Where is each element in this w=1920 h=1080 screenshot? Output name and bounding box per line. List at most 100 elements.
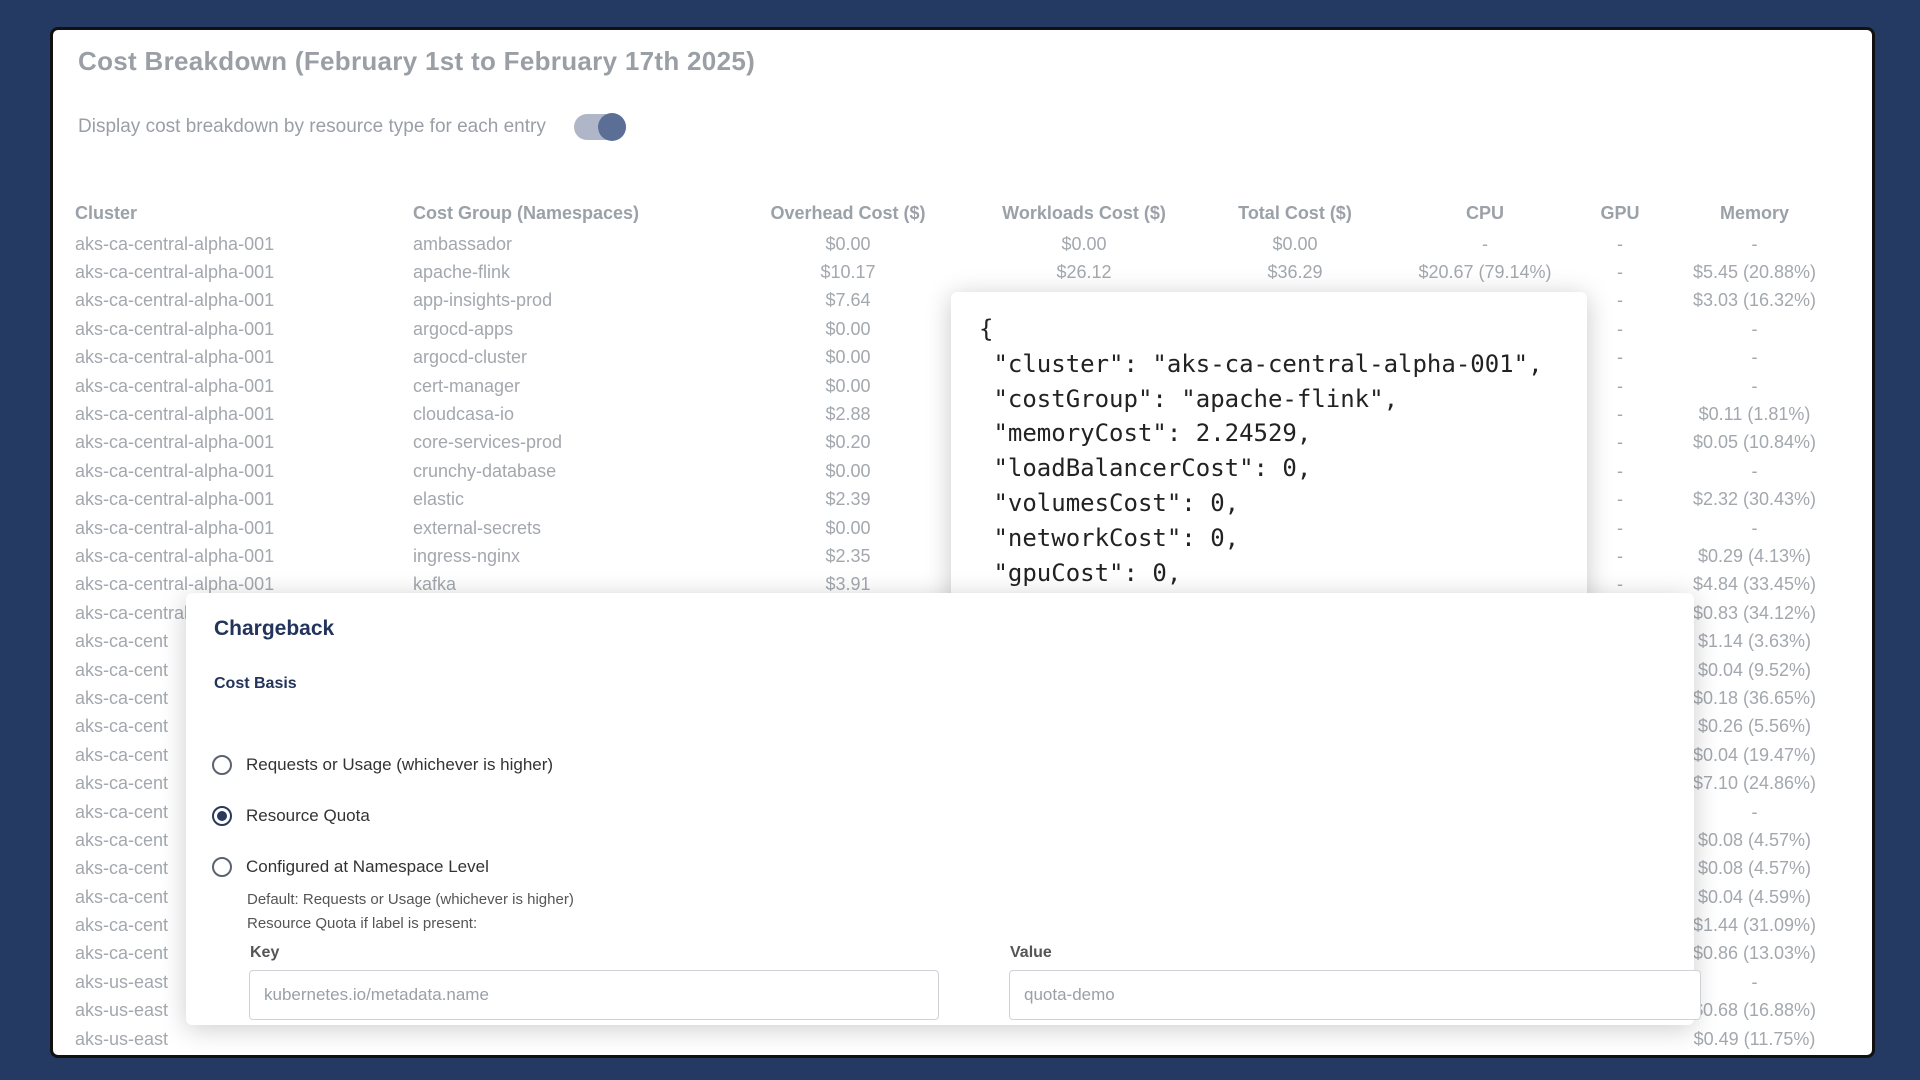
key-label: Key (250, 944, 280, 961)
table-cell: $2.88 (825, 404, 871, 425)
table-cell: elastic (413, 489, 465, 510)
table-cell: - (1617, 347, 1623, 368)
table-cell: $2.32 (30.43%) (1692, 489, 1817, 510)
radio-button[interactable] (212, 857, 232, 877)
table-cell (963, 1025, 1205, 1053)
table-cell: - (1617, 517, 1623, 538)
radio-namespace-level[interactable]: Configured at Namespace Level (212, 857, 489, 877)
table-cell: aks-ca-central-alpha-001 (75, 489, 275, 510)
table-cell: - (1617, 404, 1623, 425)
json-line: "cluster": "aks-ca-central-alpha-001", (979, 349, 1543, 378)
radio-label: Configured at Namespace Level (246, 857, 489, 876)
table-cell: aks-ca-central-alpha-001 (75, 318, 275, 339)
table-cell: aks-ca-central-alpha-001 (75, 290, 275, 311)
table-cell: ingress-nginx (413, 545, 521, 566)
radio-requests-or-usage[interactable]: Requests or Usage (whichever is higher) (212, 755, 553, 775)
table-cell: aks-ca-central-alpha-001 (75, 375, 275, 396)
table-row: aks-us-east $0.49 (11.75%) (75, 1025, 1854, 1053)
json-line: "gpuCost": 0, (979, 558, 1182, 587)
column-header[interactable]: Overhead Cost ($) (733, 196, 963, 230)
table-cell: external-secrets (413, 517, 542, 538)
column-header[interactable]: Total Cost ($) (1205, 196, 1385, 230)
radio-label: Requests or Usage (whichever is higher) (246, 755, 554, 774)
table-cell: - (1585, 1053, 1655, 1055)
table-cell: $2.39 (825, 489, 871, 510)
table-row: aks-us-east-beta-001app-insights-uat$0.8… (75, 1053, 1854, 1055)
table-cell: $20.67 (79.14%) (1418, 262, 1552, 283)
table-cell: $0.20 (825, 432, 871, 453)
chargeback-panel: Chargeback Cost Basis Requests or Usage … (186, 593, 1701, 1025)
table-cell: $0.00 (825, 517, 871, 538)
table-cell: argocd-apps (413, 318, 514, 339)
table-cell: crunchy-database (413, 460, 557, 481)
radio-button[interactable] (212, 806, 232, 826)
table-row: aks-ca-central-alpha-001 ambassador $0.00 $… (75, 230, 1854, 258)
table-cell: - (1617, 318, 1623, 339)
app-window: Cost Breakdown (February 1st to February… (50, 27, 1875, 1058)
toggle-knob (597, 113, 626, 141)
table-cell: app-insights-prod (413, 290, 553, 311)
breakdown-toggle-row: Display cost breakdown by resource type … (78, 113, 626, 141)
note-default: Default: Requests or Usage (whichever is… (247, 891, 574, 908)
breakdown-toggle[interactable] (573, 113, 626, 141)
table-cell: aks-us-east-beta-001 (75, 1053, 413, 1055)
table-cell: - (1617, 460, 1623, 481)
table-cell: $10.17 (820, 262, 876, 283)
radio-resource-quota[interactable]: Resource Quota (212, 806, 370, 826)
table-cell: aks-ca-central-alpha-001 (75, 432, 275, 453)
table-cell: $0.00 (1061, 233, 1107, 254)
table-cell: - (1751, 233, 1758, 254)
column-header[interactable]: Cost Group (Namespaces) (413, 196, 733, 230)
breakdown-toggle-label: Display cost breakdown by resource type … (78, 116, 546, 137)
table-cell: $0.49 (11.75%) (1693, 1028, 1816, 1049)
table-cell: - (1617, 262, 1623, 283)
table-cell: $0.00 (1272, 233, 1318, 254)
table-cell: aks-us-east (75, 1028, 169, 1049)
json-line: "costGroup": "apache-flink", (979, 384, 1399, 413)
value-input[interactable]: quota-demo (1009, 970, 1701, 1020)
column-header[interactable]: GPU (1585, 196, 1655, 230)
table-cell: - (1617, 290, 1623, 311)
table-cell: aks-ca-central-alpha-001 (75, 262, 275, 283)
table-cell: $0.00 (825, 460, 871, 481)
table-cell: $36.29 (1267, 262, 1323, 283)
table-cell: - (1751, 517, 1758, 538)
column-header[interactable]: Workloads Cost ($) (963, 196, 1205, 230)
table-cell: aks-ca-central-alpha-001 (75, 460, 275, 481)
table-cell: aks-ca-central-alpha-001 (75, 233, 275, 254)
key-input[interactable]: kubernetes.io/metadata.name (249, 970, 939, 1020)
table-cell: $0.34 (14.36%) (1655, 1053, 1854, 1055)
table-cell: $7.64 (825, 290, 871, 311)
table-cell: cloudcasa-io (413, 404, 515, 425)
table-cell: - (1751, 375, 1758, 396)
table-cell (1205, 1025, 1385, 1053)
table-cell: - (1617, 233, 1623, 254)
table-cell: ambassador (413, 233, 513, 254)
table-cell: $5.45 (20.88%) (1692, 262, 1817, 283)
table-cell: - (1617, 489, 1623, 510)
table-row: aks-ca-central-alpha-001 apache-flink $10.… (75, 258, 1854, 286)
table-cell (1385, 1025, 1585, 1053)
table-cell: $0.00 (825, 375, 871, 396)
column-header[interactable]: Memory (1655, 196, 1854, 230)
json-line: "networkCost": 0, (979, 523, 1240, 552)
table-cell: $2.35 (825, 545, 871, 566)
table-cell: - (1751, 318, 1758, 339)
column-header[interactable]: Cluster (75, 196, 413, 230)
table-cell: $3.03 (16.32%) (1692, 290, 1817, 311)
table-cell: - (1617, 432, 1623, 453)
radio-label: Resource Quota (246, 806, 370, 825)
json-line: "memoryCost": 2.24529, (979, 419, 1312, 448)
table-cell: $0.00 (825, 233, 871, 254)
cost-basis-label: Cost Basis (214, 675, 297, 692)
table-cell: aks-ca-central-alpha-001 (75, 517, 275, 538)
table-cell: $26.12 (1056, 262, 1112, 283)
page-title: Cost Breakdown (February 1st to February… (78, 46, 756, 76)
table-cell: $0.89 (733, 1053, 963, 1055)
radio-button[interactable] (212, 755, 232, 775)
table-cell: aks-ca-central-alpha-001 (75, 404, 275, 425)
table-cell: aks-ca-central-alpha-001 (75, 545, 275, 566)
json-line: { (979, 315, 994, 343)
column-header[interactable]: CPU (1385, 196, 1585, 230)
table-cell: apache-flink (413, 262, 511, 283)
